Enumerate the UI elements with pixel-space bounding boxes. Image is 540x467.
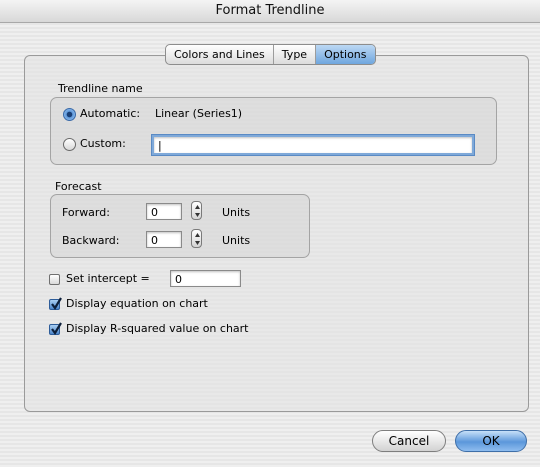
ok-button[interactable]: OK: [455, 430, 527, 452]
backward-units: Units: [222, 234, 251, 247]
window-title: Format Trendline: [0, 0, 540, 23]
tab-bar: Colors and Lines Type Options: [165, 44, 376, 65]
checkmark-icon: [51, 297, 62, 310]
display-equation-checkbox[interactable]: [49, 297, 62, 310]
custom-name-field[interactable]: |: [151, 134, 475, 156]
backward-label: Backward:: [62, 234, 120, 247]
forward-field[interactable]: 0: [146, 203, 182, 220]
display-rsquared-checkbox[interactable]: [49, 322, 62, 335]
tab-type[interactable]: Type: [274, 45, 317, 64]
custom-label: Custom:: [80, 137, 126, 150]
display-equation-label: Display equation on chart: [66, 297, 208, 310]
tab-colors-and-lines[interactable]: Colors and Lines: [166, 45, 274, 64]
display-rsquared-label: Display R-squared value on chart: [66, 322, 249, 335]
set-intercept-checkbox[interactable]: [49, 274, 60, 285]
backward-field[interactable]: 0: [146, 231, 182, 248]
backward-stepper[interactable]: [191, 229, 202, 248]
automatic-label: Automatic:: [80, 107, 141, 120]
stepper-arrows-icon: [195, 233, 200, 245]
intercept-field[interactable]: 0: [170, 270, 241, 287]
cancel-button[interactable]: Cancel: [372, 430, 446, 452]
custom-radio[interactable]: [63, 138, 76, 151]
checkmark-icon: [51, 322, 62, 335]
set-intercept-label: Set intercept =: [66, 272, 150, 285]
forward-stepper[interactable]: [191, 201, 202, 220]
forecast-heading: Forecast: [55, 180, 102, 193]
forward-units: Units: [222, 206, 251, 219]
automatic-radio[interactable]: [63, 108, 76, 121]
stepper-arrows-icon: [195, 205, 200, 217]
tab-options[interactable]: Options: [316, 45, 375, 64]
automatic-value: Linear (Series1): [155, 107, 243, 120]
forward-label: Forward:: [62, 206, 110, 219]
trendline-name-heading: Trendline name: [58, 82, 143, 95]
